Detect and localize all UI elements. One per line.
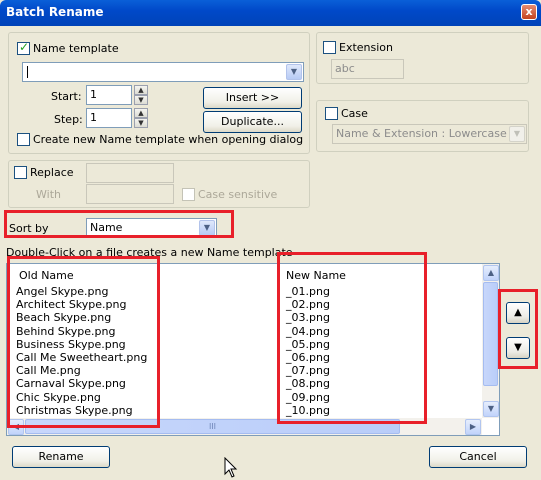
replace-label: Replace	[30, 166, 74, 179]
move-up-icon: ▲	[514, 307, 522, 318]
step-value: 1	[90, 111, 97, 124]
mouse-cursor-icon	[224, 457, 238, 478]
replace-checkbox[interactable]	[14, 166, 27, 179]
insert-button[interactable]: Insert >>	[203, 87, 302, 109]
with-label: With	[36, 188, 61, 201]
start-spinner[interactable]: ▲ ▼	[134, 85, 148, 105]
scroll-grip-icon: III	[208, 422, 217, 431]
name-template-combobox[interactable]	[22, 62, 304, 82]
create-new-template-checkbox[interactable]	[17, 133, 30, 146]
highlight-old-names	[7, 256, 160, 428]
step-input[interactable]: 1	[86, 108, 132, 128]
extension-input[interactable]: abc	[331, 59, 404, 79]
spinner-up-icon[interactable]: ▲	[134, 108, 148, 118]
start-value: 1	[90, 88, 97, 101]
extension-value: abc	[335, 62, 355, 75]
case-checkbox[interactable]	[325, 107, 338, 120]
highlight-sort-by	[4, 210, 234, 238]
spinner-down-icon[interactable]: ▼	[134, 118, 148, 128]
spinner-up-icon[interactable]: ▲	[134, 85, 148, 95]
scroll-up-icon[interactable]: ▲	[483, 265, 499, 281]
with-input[interactable]	[86, 184, 174, 204]
start-label: Start:	[51, 90, 82, 103]
case-sensitive-label: Case sensitive	[198, 188, 278, 201]
create-new-template-label: Create new Name template when opening di…	[33, 133, 304, 146]
chevron-down-icon[interactable]: ▼	[286, 64, 302, 80]
step-label: Step:	[54, 113, 83, 126]
vertical-scroll-thumb[interactable]	[483, 282, 498, 386]
move-up-button[interactable]: ▲	[506, 302, 530, 324]
extension-label: Extension	[339, 41, 394, 54]
name-template-checkbox[interactable]	[17, 40, 30, 55]
close-button[interactable]: x	[521, 4, 537, 20]
case-select[interactable]: Name & Extension : Lowercase	[332, 124, 527, 144]
window-title: Batch Rename	[6, 5, 104, 19]
name-template-label: Name template	[33, 42, 119, 55]
replace-input[interactable]	[86, 163, 174, 183]
highlight-new-names	[277, 252, 427, 424]
chevron-down-icon[interactable]: ▼	[509, 126, 525, 142]
close-icon: x	[525, 5, 533, 18]
move-down-button[interactable]: ▼	[506, 337, 530, 359]
rename-button[interactable]: Rename	[12, 446, 110, 468]
duplicate-button[interactable]: Duplicate...	[203, 111, 302, 133]
case-sensitive-checkbox[interactable]	[182, 188, 195, 201]
step-spinner[interactable]: ▲ ▼	[134, 108, 148, 128]
extension-checkbox[interactable]	[323, 41, 336, 54]
case-label: Case	[341, 107, 368, 120]
spinner-down-icon[interactable]: ▼	[134, 95, 148, 105]
cancel-button[interactable]: Cancel	[429, 446, 527, 468]
title-bar: Batch Rename	[0, 0, 541, 26]
move-down-icon: ▼	[514, 342, 522, 353]
case-value: Name & Extension : Lowercase	[336, 127, 507, 140]
text-caret	[27, 66, 28, 78]
scroll-down-icon[interactable]: ▼	[483, 401, 499, 417]
scroll-right-icon[interactable]: ▶	[465, 419, 481, 435]
start-input[interactable]: 1	[86, 85, 132, 105]
